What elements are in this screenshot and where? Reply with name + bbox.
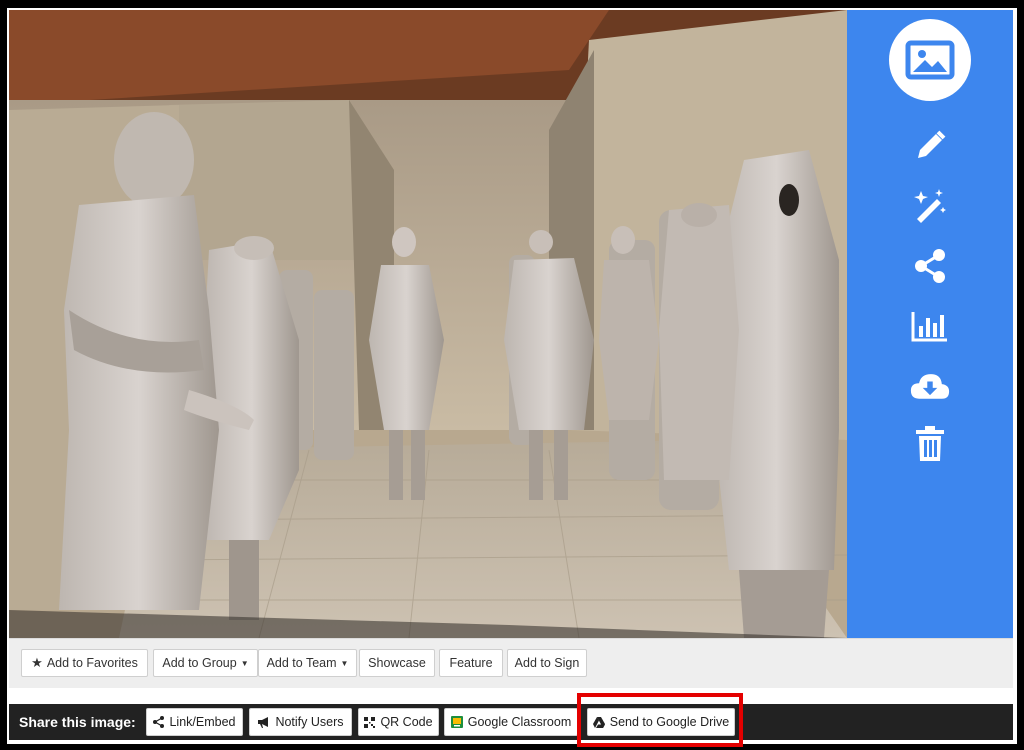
edit-button[interactable] (910, 126, 950, 166)
star-icon: ★ (31, 655, 43, 670)
add-to-favorites-label: Add to Favorites (46, 656, 138, 670)
send-to-google-drive-button[interactable]: Send to Google Drive (587, 708, 735, 736)
image-icon (905, 40, 955, 80)
download-button[interactable] (910, 366, 950, 406)
send-to-google-drive-label: Send to Google Drive (609, 715, 730, 729)
stats-button[interactable] (910, 306, 950, 346)
share-bar: Share this image: Link/Embed Notify User… (9, 704, 1013, 740)
image-tools-sidebar (847, 10, 1013, 638)
cloud-download-icon (910, 374, 950, 399)
link-embed-button[interactable]: Link/Embed (146, 708, 243, 736)
screenshot-frame: ★ Add to Favorites Add to Group ▼ Add to… (0, 0, 1024, 750)
share-label: Share this image: (19, 714, 136, 730)
add-to-team-label: Add to Team (266, 656, 337, 670)
qr-code-icon (364, 716, 376, 728)
stats-icon (911, 312, 947, 342)
delete-button[interactable] (910, 424, 950, 464)
share-button[interactable] (910, 246, 950, 286)
notify-users-button[interactable]: Notify Users (249, 708, 352, 736)
google-classroom-icon (450, 716, 463, 728)
caret-down-icon: ▼ (240, 658, 249, 668)
add-to-sign-button[interactable]: Add to Sign (507, 649, 587, 677)
caret-down-icon: ▼ (340, 658, 349, 668)
google-classroom-label: Google Classroom (467, 715, 572, 729)
spacer (7, 688, 1017, 704)
feature-button[interactable]: Feature (439, 649, 503, 677)
terracotta-warriors-photo (9, 10, 847, 638)
pencil-icon (918, 130, 946, 158)
qr-code-button[interactable]: QR Code (358, 708, 439, 736)
magic-wand-icon (914, 189, 946, 223)
add-to-group-button[interactable]: Add to Group ▼ (153, 649, 258, 677)
feature-label: Feature (449, 656, 493, 670)
trash-icon (916, 426, 944, 461)
link-embed-label: Link/Embed (169, 715, 236, 729)
image-action-bar: ★ Add to Favorites Add to Group ▼ Add to… (9, 638, 1013, 688)
main-photo[interactable] (9, 10, 847, 638)
add-to-team-button[interactable]: Add to Team ▼ (258, 649, 357, 677)
image-viewer: ★ Add to Favorites Add to Group ▼ Add to… (7, 8, 1017, 744)
notify-users-label: Notify Users (275, 715, 344, 729)
google-drive-icon (592, 716, 605, 728)
showcase-label: Showcase (368, 656, 426, 670)
share-small-icon (153, 716, 165, 728)
add-to-favorites-button[interactable]: ★ Add to Favorites (21, 649, 148, 677)
qr-code-label: QR Code (380, 715, 433, 729)
showcase-button[interactable]: Showcase (359, 649, 435, 677)
add-to-sign-label: Add to Sign (514, 656, 580, 670)
google-classroom-button[interactable]: Google Classroom (444, 708, 578, 736)
share-icon (915, 249, 945, 283)
add-to-group-label: Add to Group (162, 656, 237, 670)
image-avatar[interactable] (889, 19, 971, 101)
effects-button[interactable] (910, 186, 950, 226)
megaphone-icon (258, 717, 269, 728)
